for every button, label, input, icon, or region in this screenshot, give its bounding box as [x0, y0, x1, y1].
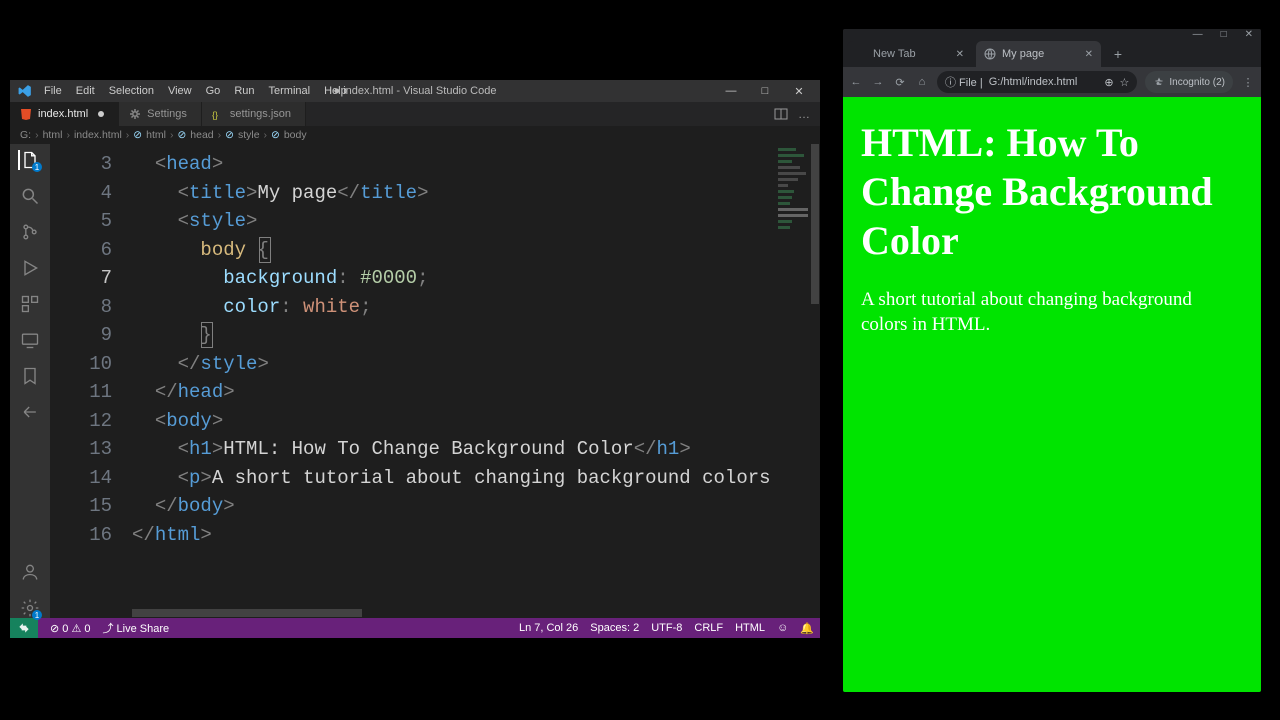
- status-cursor[interactable]: Ln 7, Col 26: [519, 622, 578, 634]
- live-share-icon[interactable]: [20, 402, 40, 422]
- tab-title: My page: [1002, 48, 1044, 60]
- explorer-icon[interactable]: [18, 150, 40, 170]
- status-encoding[interactable]: UTF-8: [651, 622, 682, 634]
- breadcrumb: G:› html› index.html› ⊘ html› ⊘ head› ⊘ …: [10, 126, 820, 144]
- line-number-gutter: 345678910111213141516: [50, 150, 130, 549]
- new-tab-button[interactable]: +: [1107, 43, 1129, 65]
- activity-bar: [10, 144, 50, 618]
- extensions-icon[interactable]: [20, 294, 40, 314]
- home-button[interactable]: ⌂: [915, 75, 929, 89]
- settings-gear-icon[interactable]: [20, 598, 40, 618]
- breadcrumb-item[interactable]: html: [43, 129, 63, 141]
- url-text: G:/html/index.html: [989, 76, 1099, 88]
- tab-label: index.html: [38, 108, 88, 120]
- reload-button[interactable]: ⟳: [893, 75, 907, 89]
- html-file-icon: [20, 108, 32, 120]
- code-editor[interactable]: 345678910111213141516 <head> <title>My p…: [50, 144, 820, 618]
- back-button[interactable]: ←: [849, 75, 863, 89]
- account-icon[interactable]: [20, 562, 40, 582]
- vscode-menubar: File Edit Selection View Go Run Terminal…: [38, 83, 353, 99]
- menu-file[interactable]: File: [38, 83, 68, 99]
- json-file-icon: {}: [212, 108, 224, 120]
- breadcrumb-item[interactable]: index.html: [74, 129, 122, 141]
- split-editor-icon[interactable]: [774, 107, 788, 121]
- tab-title: New Tab: [873, 48, 916, 60]
- minimap[interactable]: [776, 146, 808, 618]
- tab-index-html[interactable]: index.html: [10, 102, 119, 126]
- remote-button[interactable]: [10, 618, 38, 638]
- minimize-button[interactable]: —: [714, 80, 748, 102]
- browser-tab-page[interactable]: My page ✕: [976, 41, 1101, 67]
- close-button[interactable]: ✕: [782, 80, 816, 102]
- tab-label: settings.json: [230, 108, 291, 120]
- remote-explorer-icon[interactable]: [20, 330, 40, 350]
- vscode-window: File Edit Selection View Go Run Terminal…: [10, 80, 820, 638]
- vscode-titlebar: File Edit Selection View Go Run Terminal…: [10, 80, 820, 102]
- page-viewport: HTML: How To Change Background Color A s…: [843, 97, 1261, 692]
- menu-selection[interactable]: Selection: [103, 83, 160, 99]
- menu-help[interactable]: Help: [318, 83, 353, 99]
- gear-icon: [129, 108, 141, 120]
- breadcrumb-item[interactable]: head: [190, 129, 213, 141]
- status-live-share[interactable]: ⤴ Live Share: [103, 620, 170, 636]
- status-indent[interactable]: Spaces: 2: [590, 622, 639, 634]
- status-bell-icon[interactable]: 🔔: [800, 622, 814, 635]
- menu-run[interactable]: Run: [228, 83, 260, 99]
- tab-close-icon[interactable]: ✕: [1085, 49, 1093, 60]
- chrome-tabstrip: New Tab ✕ My page ✕ +: [843, 39, 1261, 67]
- incognito-badge[interactable]: Incognito (2): [1145, 71, 1233, 93]
- close-button[interactable]: ✕: [1245, 29, 1253, 40]
- page-heading: HTML: How To Change Background Color: [861, 119, 1243, 265]
- tab-label: Settings: [147, 108, 187, 120]
- zoom-icon[interactable]: ⊕: [1104, 76, 1113, 89]
- blank-favicon-icon: [855, 48, 867, 60]
- menu-view[interactable]: View: [162, 83, 198, 99]
- run-debug-icon[interactable]: [20, 258, 40, 278]
- bookmark-icon[interactable]: [20, 366, 40, 386]
- page-paragraph: A short tutorial about changing backgrou…: [861, 287, 1243, 337]
- chrome-window: — □ ✕ New Tab ✕ My page ✕ + ← → ⟳ ⌂ ⓘ Fi…: [843, 29, 1261, 692]
- chrome-menu-icon[interactable]: ⋮: [1241, 75, 1255, 89]
- site-info-icon[interactable]: ⓘ File |: [945, 74, 983, 90]
- menu-terminal[interactable]: Terminal: [263, 83, 317, 99]
- browser-tab-new[interactable]: New Tab ✕: [847, 41, 972, 67]
- breadcrumb-item[interactable]: style: [238, 129, 260, 141]
- chrome-toolbar: ← → ⟳ ⌂ ⓘ File | G:/html/index.html ⊕ ☆ …: [843, 67, 1261, 97]
- tab-close-icon[interactable]: ✕: [956, 49, 964, 60]
- vscode-logo-icon: [18, 84, 32, 98]
- more-actions-icon[interactable]: …: [798, 107, 810, 121]
- minimize-button[interactable]: —: [1193, 29, 1203, 40]
- vertical-scrollbar[interactable]: [810, 144, 820, 618]
- dirty-indicator-icon: [98, 111, 104, 117]
- maximize-button[interactable]: □: [1221, 29, 1227, 40]
- breadcrumb-item[interactable]: html: [146, 129, 166, 141]
- search-icon[interactable]: [20, 186, 40, 206]
- status-problems[interactable]: ⊘ 0 ⚠ 0: [50, 622, 91, 635]
- status-feedback-icon[interactable]: ☺: [777, 622, 788, 634]
- svg-text:{}: {}: [212, 110, 218, 120]
- address-bar[interactable]: ⓘ File | G:/html/index.html ⊕ ☆: [937, 71, 1137, 93]
- status-language[interactable]: HTML: [735, 622, 765, 634]
- code-content: <head> <title>My page</title> <style> bo…: [132, 150, 804, 549]
- status-eol[interactable]: CRLF: [694, 622, 723, 634]
- menu-edit[interactable]: Edit: [70, 83, 101, 99]
- chrome-window-controls: — □ ✕: [843, 29, 1261, 39]
- bookmark-star-icon[interactable]: ☆: [1120, 76, 1130, 89]
- tab-settings-json[interactable]: {} settings.json: [202, 102, 306, 126]
- source-control-icon[interactable]: [20, 222, 40, 242]
- status-bar: ⊘ 0 ⚠ 0 ⤴ Live Share Ln 7, Col 26 Spaces…: [10, 618, 820, 638]
- incognito-label: Incognito (2): [1169, 77, 1225, 88]
- forward-button[interactable]: →: [871, 75, 885, 89]
- globe-favicon-icon: [984, 48, 996, 60]
- menu-go[interactable]: Go: [200, 83, 227, 99]
- maximize-button[interactable]: □: [748, 80, 782, 102]
- tab-settings[interactable]: Settings: [119, 102, 202, 126]
- breadcrumb-item[interactable]: body: [284, 129, 307, 141]
- breadcrumb-item[interactable]: G:: [20, 129, 31, 141]
- horizontal-scrollbar[interactable]: [132, 608, 808, 618]
- window-controls: — □ ✕: [714, 80, 816, 102]
- editor-tabs: index.html Settings {} settings.json …: [10, 102, 820, 126]
